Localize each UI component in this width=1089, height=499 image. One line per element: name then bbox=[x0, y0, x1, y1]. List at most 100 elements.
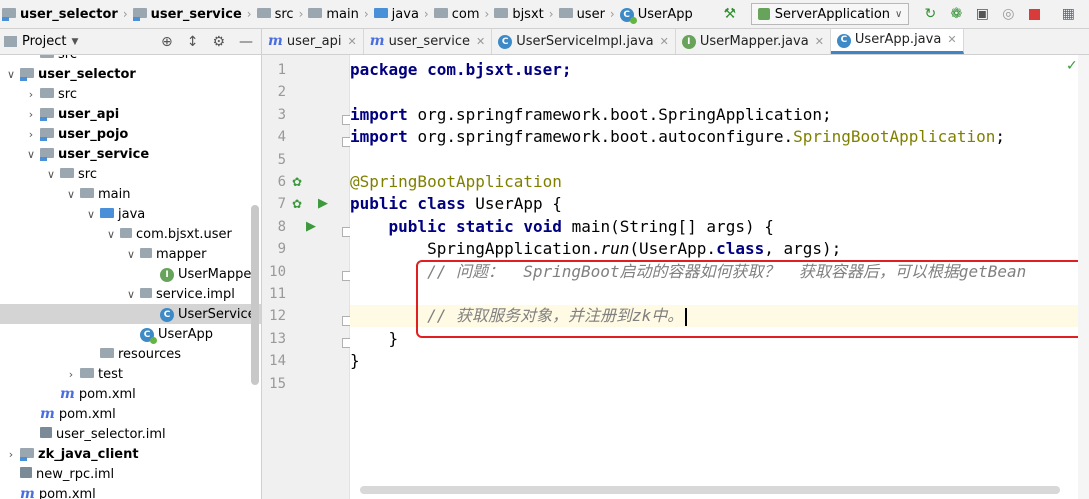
chevron-right-icon[interactable]: › bbox=[24, 108, 38, 121]
line-number: 4 bbox=[277, 129, 286, 146]
collapse-all-icon[interactable]: ↕ bbox=[187, 34, 199, 50]
right-tool-strip bbox=[1078, 55, 1089, 499]
code-text: , args); bbox=[764, 239, 842, 258]
folder-icon bbox=[40, 87, 54, 102]
tree-item[interactable]: › zk_java_client bbox=[0, 444, 261, 464]
tree-item-label: test bbox=[98, 366, 123, 382]
close-icon[interactable]: ✕ bbox=[476, 35, 485, 48]
tree-item[interactable]: ∨ user_selector bbox=[0, 64, 261, 84]
folder-icon bbox=[80, 187, 94, 202]
line-number: 15 bbox=[269, 375, 286, 392]
run-class-icon[interactable]: ▶ bbox=[318, 196, 328, 211]
profiler-icon[interactable]: ◎ bbox=[997, 3, 1019, 25]
tree-item-label: main bbox=[98, 186, 131, 202]
tree-item[interactable]: ∨ src bbox=[0, 164, 261, 184]
tree-item[interactable]: I UserMappe bbox=[0, 264, 261, 284]
tree-item[interactable]: m pom.xml bbox=[0, 484, 261, 499]
breadcrumb-item[interactable]: C UserApp bbox=[619, 6, 695, 25]
editor-tab[interactable]: m user_service ✕ bbox=[364, 29, 493, 54]
chevron-down-icon[interactable]: ∨ bbox=[124, 248, 138, 261]
close-icon[interactable]: ✕ bbox=[660, 35, 669, 48]
chevron-down-icon[interactable]: ∨ bbox=[44, 168, 58, 181]
tree-scrollbar[interactable] bbox=[251, 205, 259, 385]
chevron-right-icon[interactable]: › bbox=[4, 448, 18, 461]
tree-item[interactable]: resources bbox=[0, 344, 261, 364]
build-hammer-icon[interactable]: ⚒ bbox=[719, 3, 741, 25]
tree-item[interactable]: new_rpc.iml bbox=[0, 464, 261, 484]
editor-horizontal-scrollbar[interactable] bbox=[360, 486, 1060, 494]
bean-run-gutter-icon[interactable]: ✿ bbox=[292, 197, 302, 211]
chevron-right-icon[interactable]: › bbox=[64, 368, 78, 381]
breadcrumb-item[interactable]: user_selector bbox=[2, 7, 120, 22]
tree-item[interactable]: ∨ user_service bbox=[0, 144, 261, 164]
run-configuration-select[interactable]: ServerApplication ∨ bbox=[750, 3, 910, 25]
tree-item[interactable]: ∨ service.impl bbox=[0, 284, 261, 304]
line-number: 6 bbox=[277, 174, 286, 190]
close-icon[interactable]: ✕ bbox=[947, 33, 956, 46]
tree-item-label: pom.xml bbox=[38, 486, 96, 499]
coverage-icon[interactable]: ▣ bbox=[971, 3, 993, 25]
tree-item[interactable]: › test bbox=[0, 364, 261, 384]
rerun-icon[interactable]: ↻ bbox=[919, 3, 941, 25]
locate-target-icon[interactable]: ⊕ bbox=[161, 34, 173, 50]
breadcrumb-item[interactable]: com bbox=[433, 7, 482, 22]
tree-item[interactable]: ∨ com.bjsxt.user bbox=[0, 224, 261, 244]
minimize-icon[interactable]: — bbox=[239, 34, 253, 50]
tree-item[interactable]: › user_pojo bbox=[0, 124, 261, 144]
breadcrumb-item[interactable]: src bbox=[256, 7, 296, 22]
chevron-down-icon[interactable]: ∨ bbox=[4, 68, 18, 81]
tree-item[interactable]: ∨ java bbox=[0, 204, 261, 224]
chevron-down-icon[interactable]: ∨ bbox=[84, 208, 98, 221]
tab-label: UserMapper.java bbox=[699, 33, 809, 49]
folder-icon bbox=[100, 347, 114, 362]
tree-item-label: UserApp bbox=[158, 326, 214, 342]
tree-item[interactable]: ∨ main bbox=[0, 184, 261, 204]
tree-item[interactable]: m pom.xml bbox=[0, 404, 261, 424]
editor-tab[interactable]: C UserApp.java ✕ bbox=[830, 29, 964, 54]
tree-item[interactable]: ∨ mapper bbox=[0, 244, 261, 264]
tree-item[interactable]: C UserApp bbox=[0, 324, 261, 345]
chevron-down-icon[interactable]: ∨ bbox=[124, 288, 138, 301]
editor-tab[interactable]: C UserServiceImpl.java ✕ bbox=[492, 29, 676, 54]
breadcrumb-label: UserApp bbox=[637, 6, 693, 22]
close-icon[interactable]: ✕ bbox=[815, 35, 824, 48]
project-panel-title[interactable]: Project bbox=[22, 34, 66, 49]
chevron-down-icon[interactable]: ∨ bbox=[64, 188, 78, 201]
terminal-icon[interactable]: ▭ bbox=[1083, 3, 1089, 25]
tree-item[interactable]: › src bbox=[0, 84, 261, 104]
code-annotation: SpringBootApplication bbox=[793, 127, 996, 146]
chevron-right-icon[interactable]: › bbox=[24, 128, 38, 141]
run-main-icon[interactable]: ▶ bbox=[306, 219, 316, 234]
tree-item[interactable]: user_selector.iml bbox=[0, 424, 261, 444]
tree-item[interactable]: › user_api bbox=[0, 104, 261, 124]
package-icon bbox=[120, 227, 132, 242]
stop-icon[interactable] bbox=[1023, 3, 1045, 25]
tree-item[interactable]: src bbox=[0, 55, 261, 64]
breadcrumb-separator: › bbox=[609, 7, 615, 21]
breadcrumb-item[interactable]: user_service bbox=[132, 7, 244, 22]
tab-label: UserApp.java bbox=[854, 32, 942, 47]
breadcrumb-separator: › bbox=[363, 7, 369, 21]
editor-tab[interactable]: I UserMapper.java ✕ bbox=[676, 29, 831, 54]
close-icon[interactable]: ✕ bbox=[348, 35, 357, 48]
tree-item[interactable]: C UserService bbox=[0, 304, 261, 324]
code-line-8: public static void main(String[] args) { bbox=[350, 216, 1089, 238]
debug-bug-icon[interactable]: ❁ bbox=[945, 3, 967, 25]
dropdown-icon[interactable]: ▼ bbox=[71, 37, 78, 47]
tab-label: user_api bbox=[286, 33, 342, 49]
chevron-right-icon[interactable]: › bbox=[24, 88, 38, 101]
project-structure-icon[interactable]: ▦ bbox=[1057, 3, 1079, 25]
gear-icon[interactable]: ⚙ bbox=[212, 34, 225, 50]
bean-gutter-icon[interactable]: ✿ bbox=[292, 175, 302, 189]
breadcrumb-item[interactable]: main bbox=[308, 7, 360, 22]
breadcrumb-item[interactable]: bjsxt bbox=[494, 7, 545, 22]
breadcrumb-item[interactable]: java bbox=[373, 7, 421, 22]
line-number: 13 bbox=[269, 330, 286, 347]
tree-item[interactable]: m pom.xml bbox=[0, 384, 261, 404]
editor-tab[interactable]: m user_api ✕ bbox=[262, 29, 364, 54]
code-text: (UserApp. bbox=[629, 239, 717, 258]
chevron-down-icon[interactable]: ∨ bbox=[104, 228, 118, 241]
chevron-down-icon[interactable]: ∨ bbox=[24, 148, 38, 161]
code-annotation: @SpringBootApplication bbox=[350, 172, 562, 191]
breadcrumb-item[interactable]: user bbox=[558, 7, 607, 22]
